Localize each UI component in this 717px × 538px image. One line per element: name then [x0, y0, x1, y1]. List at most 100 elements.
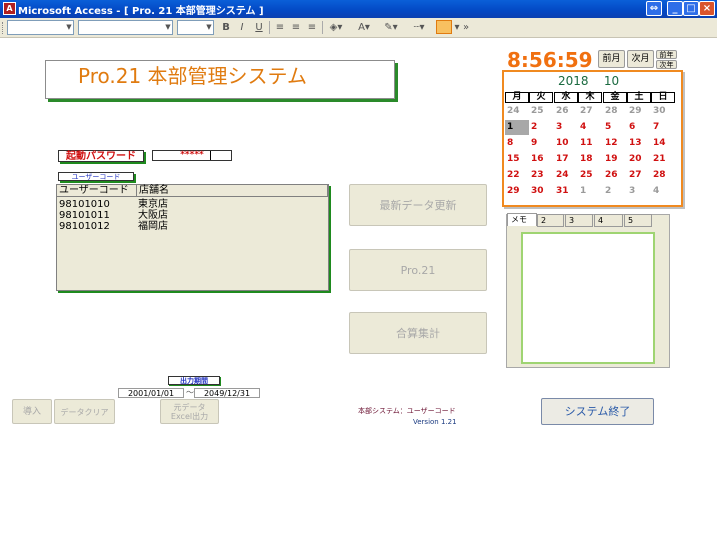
next-year-button[interactable]: 次年 [656, 60, 677, 69]
font-color-icon[interactable]: A▾ [353, 20, 375, 35]
calendar-day[interactable]: 30 [529, 184, 553, 199]
calendar-day[interactable]: 24 [505, 104, 529, 119]
calendar-day[interactable]: 5 [603, 120, 627, 135]
next-month-button[interactable]: 次月 [627, 50, 654, 68]
tab-5[interactable]: 5 [624, 214, 652, 227]
memo-textarea[interactable] [521, 232, 655, 364]
user-code-cell[interactable]: 98101011 [59, 210, 110, 221]
column-header-user-code[interactable]: ユーザーコード [57, 185, 137, 197]
user-code-cell[interactable]: 98101012 [59, 221, 110, 232]
calendar-day[interactable]: 3 [554, 120, 578, 135]
calendar-day[interactable]: 2 [529, 120, 553, 135]
calendar-day[interactable]: 29 [505, 184, 529, 199]
access-icon[interactable]: A [3, 2, 16, 15]
tab-3[interactable]: 3 [565, 214, 593, 227]
import-button[interactable]: 導入 [12, 399, 52, 424]
calendar-day[interactable]: 25 [529, 104, 553, 119]
calendar-day[interactable]: 26 [603, 168, 627, 183]
calendar-day[interactable]: 10 [554, 136, 578, 151]
font-color-label: A [358, 22, 365, 33]
object-combo[interactable]: ▼ [7, 20, 74, 35]
calendar-day[interactable]: 4 [578, 120, 602, 135]
close-button[interactable]: × [699, 1, 715, 16]
calendar-day[interactable]: 2 [603, 184, 627, 199]
font-name-combo[interactable]: ▼ [78, 20, 173, 35]
calendar-day[interactable]: 24 [554, 168, 578, 183]
calendar-day[interactable]: 27 [627, 168, 651, 183]
maximize-button[interactable]: □ [683, 1, 699, 16]
minimize-button[interactable]: _ [667, 1, 683, 16]
store-name-cell[interactable]: 福岡店 [138, 221, 168, 232]
column-header-store-name[interactable]: 店舗名 [137, 185, 328, 197]
chevron-down-icon: ▼ [206, 23, 212, 31]
calendar-day[interactable]: 29 [627, 104, 651, 119]
bold-button[interactable]: B [220, 20, 232, 35]
calendar-day[interactable]: 27 [578, 104, 602, 119]
calendar-day[interactable]: 12 [603, 136, 627, 151]
store-name-cell[interactable]: 東京店 [138, 199, 168, 210]
pro21-button[interactable]: Pro.21 [349, 249, 487, 291]
line-color-icon[interactable]: ✎▾ [380, 20, 402, 35]
calendar-day[interactable]: 14 [651, 136, 675, 151]
calendar-month: 10 [603, 74, 620, 88]
restore-ribbon-icon[interactable]: ⇔ [646, 1, 662, 16]
prev-month-button[interactable]: 前月 [598, 50, 625, 68]
toolbar-overflow-icon[interactable]: » [463, 20, 469, 35]
date-to-field[interactable]: 2049/12/31 [194, 388, 260, 398]
calendar-day[interactable]: 18 [578, 152, 602, 167]
tab-2[interactable]: 2 [537, 214, 564, 227]
user-code-list[interactable]: ユーザーコード 店舗名 98101010 東京店 98101011 大阪店 98… [56, 184, 329, 291]
calendar-day[interactable]: 3 [627, 184, 651, 199]
font-size-combo[interactable]: ▼ [177, 20, 214, 35]
calendar-day[interactable]: 28 [603, 104, 627, 119]
fill-color-icon[interactable]: ◈▾ [326, 20, 346, 35]
italic-button[interactable]: I [236, 20, 248, 35]
calendar-day[interactable]: 19 [603, 152, 627, 167]
calendar-day[interactable]: 21 [651, 152, 675, 167]
prev-year-button[interactable]: 前年 [656, 50, 677, 59]
calendar-day[interactable]: 9 [529, 136, 553, 151]
align-left-icon[interactable]: ≡ [274, 20, 286, 35]
calendar-day[interactable]: 25 [578, 168, 602, 183]
system-exit-button[interactable]: システム終了 [541, 398, 654, 425]
total-aggregate-button[interactable]: 合算集計 [349, 312, 487, 354]
calendar-day[interactable]: 28 [651, 168, 675, 183]
calendar-day[interactable]: 8 [505, 136, 529, 151]
toolbar-grip[interactable] [2, 22, 5, 34]
line-width-icon[interactable]: ┈▾ [408, 20, 430, 35]
special-effect-icon[interactable] [436, 20, 452, 34]
calendar-day[interactable]: 30 [651, 104, 675, 119]
calendar-day[interactable]: 22 [505, 168, 529, 183]
store-name-cell[interactable]: 大阪店 [138, 210, 168, 221]
align-right-icon[interactable]: ≡ [306, 20, 318, 35]
data-clear-button[interactable]: データクリア [54, 399, 115, 424]
underline-button[interactable]: U [253, 20, 265, 35]
tab-memo[interactable]: メモ [507, 213, 537, 226]
calendar-day[interactable]: 20 [627, 152, 651, 167]
password-input[interactable]: ***** [152, 150, 232, 161]
calendar-weekday-header: 水 [554, 92, 578, 103]
calendar-day[interactable]: 17 [554, 152, 578, 167]
calendar-day[interactable]: 4 [651, 184, 675, 199]
excel-export-button[interactable]: 元データ Excel出力 [160, 399, 219, 424]
user-code-cell[interactable]: 98101010 [59, 199, 110, 210]
calendar-day[interactable]: 26 [554, 104, 578, 119]
date-from-field[interactable]: 2001/01/01 [118, 388, 184, 398]
chevron-down-icon[interactable]: ▾ [453, 20, 461, 35]
calendar-day[interactable]: 7 [651, 120, 675, 135]
system-user-code-label: 本部システム：ユーザーコード [358, 407, 456, 415]
refresh-data-button[interactable]: 最新データ更新 [349, 184, 487, 226]
align-center-icon[interactable]: ≡ [290, 20, 302, 35]
calendar-day[interactable]: 31 [554, 184, 578, 199]
user-code-label: ユーザーコード [58, 172, 134, 181]
calendar-day[interactable]: 13 [627, 136, 651, 151]
calendar-day[interactable]: 15 [505, 152, 529, 167]
calendar-day[interactable]: 1 [505, 120, 529, 135]
calendar-day[interactable]: 16 [529, 152, 553, 167]
tab-4[interactable]: 4 [594, 214, 623, 227]
calendar-day[interactable]: 6 [627, 120, 651, 135]
calendar-day[interactable]: 11 [578, 136, 602, 151]
calendar-day[interactable]: 1 [578, 184, 602, 199]
window-title: Microsoft Access - [ Pro. 21 本部管理システム ] [18, 6, 264, 17]
calendar-day[interactable]: 23 [529, 168, 553, 183]
